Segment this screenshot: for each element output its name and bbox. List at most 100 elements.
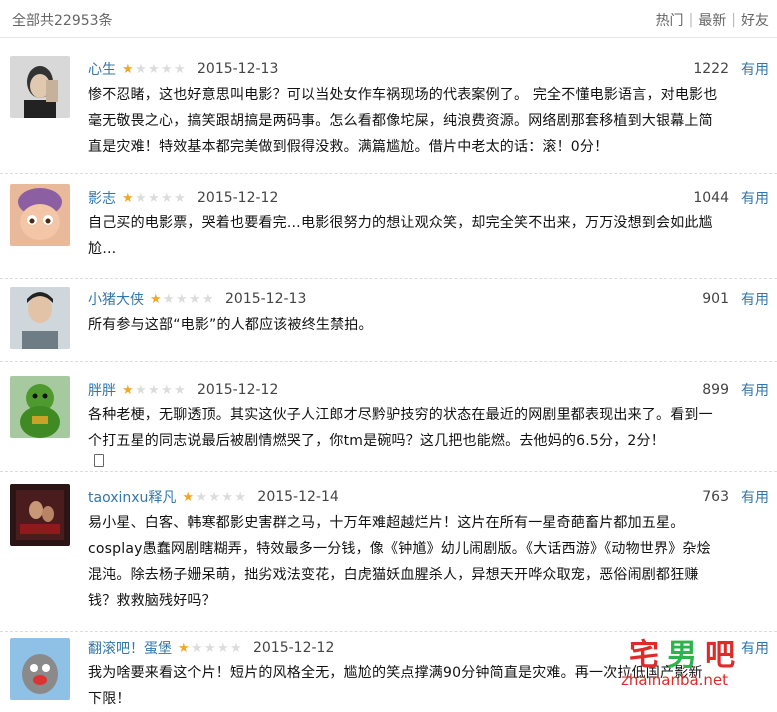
review-item: 影志 ★ ★ ★ ★ ★ 2015-12-12 1044 有用 自己买的电影票，哭着也要…: [0, 174, 777, 279]
star-rating: ★ ★ ★ ★ ★: [122, 384, 187, 397]
review-line: 所有参与这部“电影”的人都应该被终生禁拍。: [88, 317, 373, 333]
star-empty-icon: ★: [135, 61, 147, 77]
separator: |: [731, 12, 736, 28]
star-empty-icon: ★: [163, 291, 175, 307]
review-date: 2015-12-12: [197, 382, 279, 398]
star-empty-icon: ★: [217, 640, 229, 656]
review-item: 胖胖 ★ ★ ★ ★ ★ 2015-12-12 899 有用 各种老梗，无聊透顶。其实这…: [0, 362, 777, 472]
sort-latest-link[interactable]: 最新: [698, 10, 726, 30]
mobile-device-icon: [94, 454, 104, 467]
reviewer-name[interactable]: 胖胖: [88, 380, 116, 400]
avatar[interactable]: [10, 484, 70, 546]
review-line: 惨不忍睹，这也好意思叫电影？可以当处女作车祸现场的代表案例了。 完全不懂电影语言…: [88, 87, 718, 103]
star-empty-icon: ★: [161, 190, 173, 206]
review-line: 自己买的电影票，哭着也要看完…电影很努力的想让观众笑，却完全笑不出来，万万没想到…: [88, 215, 713, 231]
star-rating: ★ ★ ★ ★ ★: [150, 293, 215, 306]
sort-friends-link[interactable]: 好友: [741, 10, 769, 30]
star-filled-icon: ★: [150, 291, 162, 307]
vote-count: 1222: [693, 61, 729, 77]
svg-text:zhainanba.net: zhainanba.net: [621, 671, 728, 689]
star-empty-icon: ★: [135, 190, 147, 206]
star-empty-icon: ★: [176, 291, 188, 307]
review-date: 2015-12-12: [253, 640, 335, 656]
review-text: 自己买的电影票，哭着也要看完…电影很努力的想让观众笑，却完全笑不出来，万万没想到…: [88, 210, 768, 262]
star-filled-icon: ★: [122, 382, 134, 398]
star-empty-icon: ★: [148, 61, 160, 77]
review-line: 混沌。除去杨子姗呆萌，拙劣戏法变花，白虎猫妖血腥杀人，异想天开哗众取宠，恶俗闹剧…: [88, 567, 699, 583]
star-empty-icon: ★: [135, 382, 147, 398]
star-rating: ★ ★ ★ ★ ★: [122, 63, 187, 76]
useful-button[interactable]: 有用: [741, 487, 769, 507]
review-list-header: 全部共22953条 热门 | 最新 | 好友: [0, 0, 777, 38]
review-line: 毫无敬畏之心，搞笑跟胡搞是两码事。怎么看都像坨屎，纯浪费资源。网络剧那套移植到大…: [88, 113, 713, 129]
star-empty-icon: ★: [174, 190, 186, 206]
review-line: 易小星、白客、韩寒都影史害群之马，十万年难超越烂片！这片在所有一星奇葩畜片都加五…: [88, 515, 685, 531]
useful-button[interactable]: 有用: [741, 188, 769, 208]
star-empty-icon: ★: [234, 489, 247, 505]
review-item: taoxinxu释凡 ★ ★ ★ ★ ★ 2015-12-14 763 有用 易小星、白…: [0, 472, 777, 632]
star-filled-icon: ★: [178, 640, 190, 656]
avatar[interactable]: [10, 376, 70, 438]
star-empty-icon: ★: [189, 291, 201, 307]
star-empty-icon: ★: [195, 489, 208, 505]
review-text: 各种老梗，无聊透顶。其实这伙子人江郎才尽黔驴技穷的状态在最近的网剧里都表现出来了…: [88, 402, 768, 467]
review-date: 2015-12-13: [225, 291, 307, 307]
vote-count: 899: [702, 382, 729, 398]
star-rating: ★ ★ ★ ★ ★: [122, 192, 187, 205]
star-filled-icon: ★: [122, 190, 134, 206]
review-text: 所有参与这部“电影”的人都应该被终生禁拍。: [88, 312, 768, 338]
reviewer-name[interactable]: 影志: [88, 188, 116, 208]
vote-count: 763: [702, 489, 729, 505]
avatar[interactable]: [10, 287, 70, 349]
avatar[interactable]: [10, 56, 70, 118]
reviewer-name[interactable]: 翻滚吧！蛋堡: [88, 638, 172, 658]
star-empty-icon: ★: [174, 61, 186, 77]
star-empty-icon: ★: [208, 489, 221, 505]
star-empty-icon: ★: [191, 640, 203, 656]
review-line: 各种老梗，无聊透顶。其实这伙子人江郎才尽黔驴技穷的状态在最近的网剧里都表现出来了…: [88, 407, 713, 423]
separator: |: [688, 12, 694, 28]
star-empty-icon: ★: [221, 489, 234, 505]
review-item: 小猪大侠 ★ ★ ★ ★ ★ 2015-12-13 901 有用 所有参与这部“电影”的…: [0, 279, 777, 362]
reviewer-name[interactable]: taoxinxu释凡: [88, 487, 176, 507]
avatar[interactable]: [10, 184, 70, 246]
star-empty-icon: ★: [161, 382, 173, 398]
svg-text:男: 男: [667, 638, 697, 673]
avatar[interactable]: [10, 638, 70, 700]
review-line: cosplay愚蠢网剧瞎糊弄，特效最多一分钱，像《钟馗》幼儿闹剧版。《大话西游》…: [88, 541, 711, 557]
site-watermark-logo: 宅 男 吧 zhainanba.net: [609, 631, 769, 691]
vote-count: 1044: [693, 190, 729, 206]
vote-count: 901: [702, 291, 729, 307]
reviewer-name[interactable]: 小猪大侠: [88, 289, 144, 309]
star-empty-icon: ★: [148, 382, 160, 398]
total-count: 全部共22953条: [12, 13, 113, 29]
star-filled-icon: ★: [182, 489, 195, 505]
review-line: 个打五星的同志说最后被剧情燃哭了，你tm是碗吗？这几把也能燃。去他妈的6.5分，…: [88, 433, 665, 449]
star-empty-icon: ★: [161, 61, 173, 77]
sort-options: 热门 | 最新 | 好友: [656, 10, 769, 30]
review-text: 易小星、白客、韩寒都影史害群之马，十万年难超越烂片！这片在所有一星奇葩畜片都加五…: [88, 510, 768, 614]
star-empty-icon: ★: [230, 640, 242, 656]
review-date: 2015-12-13: [197, 61, 279, 77]
review-text: 惨不忍睹，这也好意思叫电影？可以当处女作车祸现场的代表案例了。 完全不懂电影语言…: [88, 82, 768, 160]
review-date: 2015-12-12: [197, 190, 279, 206]
review-line: 直是灾难！特效基本都完美做到假得没救。满篇尴尬。借片中老太的话：滚！0分！: [88, 139, 609, 155]
reviewer-name[interactable]: 心生: [88, 59, 116, 79]
star-rating: ★ ★ ★ ★ ★: [182, 491, 247, 504]
star-rating: ★ ★ ★ ★ ★: [178, 642, 243, 655]
useful-button[interactable]: 有用: [741, 289, 769, 309]
review-date: 2015-12-14: [257, 489, 339, 505]
star-filled-icon: ★: [122, 61, 134, 77]
review-line: 尬…: [88, 241, 117, 257]
star-empty-icon: ★: [174, 382, 186, 398]
star-empty-icon: ★: [202, 291, 214, 307]
review-item: 心生 ★ ★ ★ ★ ★ 2015-12-13 1222 有用 惨不忍睹，这也好意思叫电…: [0, 38, 777, 174]
useful-button[interactable]: 有用: [741, 380, 769, 400]
useful-button[interactable]: 有用: [741, 59, 769, 79]
review-line: 钱？救救脑残好吗？: [88, 593, 216, 609]
svg-text:吧: 吧: [705, 638, 735, 673]
star-empty-icon: ★: [204, 640, 216, 656]
svg-text:宅: 宅: [629, 638, 659, 673]
star-empty-icon: ★: [148, 190, 160, 206]
sort-hot-link[interactable]: 热门: [656, 10, 684, 30]
